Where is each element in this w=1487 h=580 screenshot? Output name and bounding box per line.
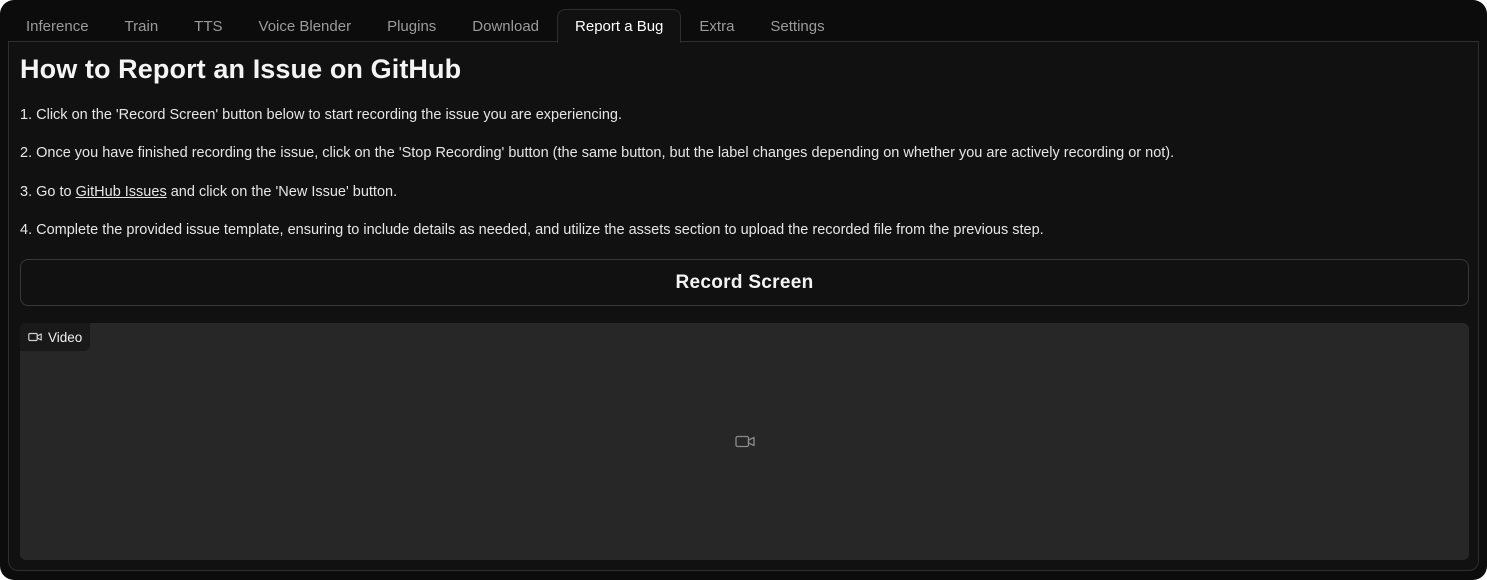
tab-plugins[interactable]: Plugins [369,9,454,42]
video-camera-icon[interactable] [735,434,755,454]
github-issues-link[interactable]: GitHub Issues [76,184,167,200]
tab-bar: Inference Train TTS Voice Blender Plugin… [8,9,843,43]
app-window: Inference Train TTS Voice Blender Plugin… [0,0,1487,580]
tab-train[interactable]: Train [107,9,177,42]
tab-settings[interactable]: Settings [752,9,842,42]
instruction-step-1: 1. Click on the 'Record Screen' button b… [20,107,622,123]
instruction-step-2: 2. Once you have finished recording the … [20,145,1175,161]
tab-inference[interactable]: Inference [8,9,107,42]
report-bug-panel: How to Report an Issue on GitHub 1. Clic… [8,41,1479,571]
tab-download[interactable]: Download [454,9,557,42]
step-3-prefix: 3. Go to [20,184,76,200]
tab-extra[interactable]: Extra [681,9,752,42]
video-label-badge: Video [20,323,91,351]
record-screen-button[interactable]: Record Screen [20,259,1469,306]
instruction-step-3: 3. Go to GitHub Issues and click on the … [20,184,397,200]
video-label-text: Video [48,329,83,345]
page-title: How to Report an Issue on GitHub [20,54,462,84]
tab-voice-blender[interactable]: Voice Blender [241,9,370,42]
step-3-suffix: and click on the 'New Issue' button. [166,184,398,200]
instruction-step-4: 4. Complete the provided issue template,… [20,222,1044,238]
video-upload-area[interactable]: Video [20,323,1469,560]
tab-tts[interactable]: TTS [176,9,240,42]
tab-report-a-bug[interactable]: Report a Bug [557,9,682,43]
video-camera-icon [28,331,42,343]
